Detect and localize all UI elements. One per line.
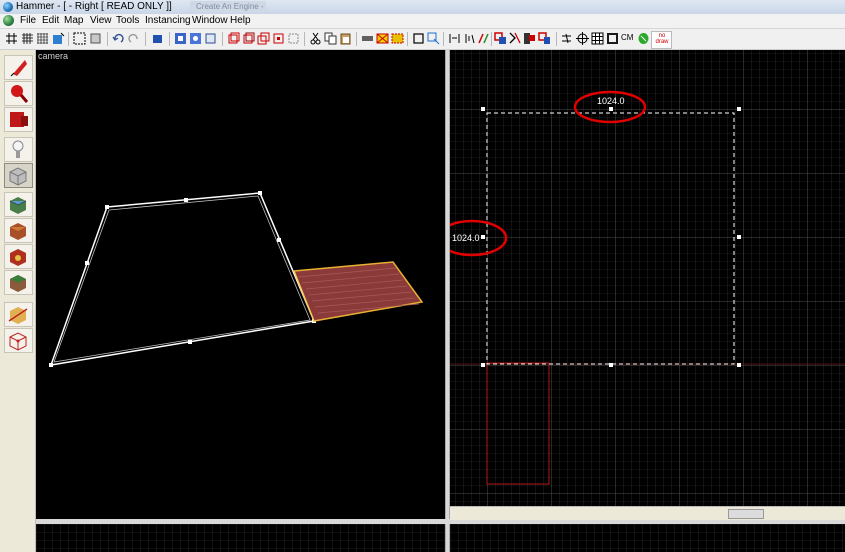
toggle-models-icon[interactable] — [272, 32, 285, 45]
title-bar: Hammer - [ - Right [ READ ONLY ]] Create… — [0, 0, 845, 22]
cubemap-icon[interactable] — [606, 32, 619, 45]
main-toolbar: CM no draw — [0, 29, 845, 50]
apply-texture-icon — [10, 223, 26, 240]
align-top-icon[interactable] — [509, 32, 522, 45]
tool-vertex-manipulation[interactable] — [4, 328, 33, 353]
overlay-icon — [10, 275, 26, 292]
cubemap-cm-button[interactable]: CM — [621, 33, 633, 42]
tie-to-world-icon[interactable] — [361, 32, 374, 45]
toggle-select-box-icon[interactable] — [412, 32, 425, 45]
snap-icon[interactable] — [560, 32, 573, 45]
toggle-helpers-icon[interactable] — [257, 32, 270, 45]
run-map-icon[interactable] — [637, 32, 650, 45]
menu-edit[interactable]: Edit — [42, 15, 59, 26]
hide-selected-icon[interactable] — [174, 32, 187, 45]
texture-lock-icon[interactable] — [227, 32, 240, 45]
selected-brush-wireframe[interactable] — [49, 192, 316, 366]
tool-clipping[interactable] — [4, 302, 33, 327]
3d-grid-icon[interactable] — [591, 32, 604, 45]
bottom-left-viewport[interactable] — [36, 524, 445, 552]
grid-smaller-icon[interactable] — [36, 32, 49, 45]
grid-background — [450, 50, 845, 506]
group-icon[interactable] — [73, 32, 86, 45]
tool-entity[interactable] — [4, 137, 33, 162]
select-by-handles-icon[interactable] — [427, 32, 440, 45]
vertex-icon — [9, 332, 27, 351]
align-icon[interactable] — [477, 32, 490, 45]
scrollbar-thumb[interactable] — [728, 509, 764, 519]
pointer-icon — [10, 60, 27, 77]
tool-block[interactable] — [4, 163, 33, 188]
camera-scene — [49, 191, 424, 367]
menu-map[interactable]: Map — [64, 15, 83, 26]
align-left-icon[interactable] — [494, 32, 507, 45]
width-dimension-label: 1024.0 — [597, 96, 625, 106]
menu-tools[interactable]: Tools — [116, 15, 139, 26]
entity-bulb-icon — [12, 140, 24, 158]
tool-magnify[interactable] — [4, 81, 33, 106]
grid-2d-scene — [450, 50, 845, 506]
menu-instancing[interactable]: Instancing — [145, 15, 191, 26]
menu-view[interactable]: View — [90, 15, 112, 26]
magnify-icon — [11, 85, 29, 103]
redo-icon[interactable] — [127, 32, 140, 45]
tool-selection[interactable] — [4, 55, 33, 80]
tie-to-entity-icon[interactable] — [376, 32, 389, 45]
app-globe-icon — [3, 2, 13, 12]
document-globe-icon[interactable] — [3, 15, 14, 26]
background-window-tab[interactable]: Create An Engine - Flamers — [190, 1, 266, 22]
window-title: Hammer - [ - Right [ READ ONLY ]] — [16, 1, 172, 12]
no-draw-button[interactable]: no draw — [651, 31, 672, 49]
bottom-right-viewport[interactable] — [450, 524, 845, 552]
camera-viewport[interactable]: camera — [36, 50, 445, 519]
grid-toggle-icon[interactable] — [52, 32, 65, 45]
show-all-icon[interactable] — [204, 32, 217, 45]
undo-icon[interactable] — [112, 32, 125, 45]
menu-file[interactable]: File — [20, 15, 36, 26]
grid-larger-icon[interactable] — [21, 32, 34, 45]
bottom-left-grid — [36, 524, 445, 552]
center-origins-icon[interactable] — [576, 32, 589, 45]
align-right-icon[interactable] — [523, 32, 536, 45]
clip-icon — [8, 307, 28, 324]
textured-brush[interactable] — [292, 261, 424, 322]
horizontal-scrollbar[interactable] — [450, 506, 845, 520]
menu-bar: File Edit Map View Tools Instancing Wind… — [0, 14, 845, 29]
tool-overlay[interactable] — [4, 270, 33, 295]
menu-window[interactable]: Window — [192, 15, 228, 26]
tool-camera[interactable] — [4, 107, 33, 132]
height-dimension-label: 1024.0 — [452, 233, 480, 243]
copy-icon[interactable] — [324, 32, 337, 45]
ungroup-icon[interactable] — [89, 32, 102, 45]
toggle-texlock-icon[interactable] — [391, 32, 404, 45]
block-icon — [9, 167, 27, 186]
tool-palette — [0, 50, 36, 552]
bottom-right-grid — [450, 524, 845, 552]
texture-cube-icon — [9, 197, 27, 214]
tool-texture-application[interactable] — [4, 192, 33, 217]
tool-apply-texture[interactable] — [4, 218, 33, 243]
flip-vertical-icon[interactable] — [463, 32, 476, 45]
hide-unselected-icon[interactable] — [189, 32, 202, 45]
camera-icon — [10, 112, 28, 127]
cut-icon[interactable] — [309, 32, 322, 45]
texture-scale-lock-icon[interactable] — [242, 32, 255, 45]
flip-horizontal-icon[interactable] — [448, 32, 461, 45]
align-bottom-icon[interactable] — [538, 32, 551, 45]
right-2d-viewport[interactable]: 1024.0 1024.0 — [450, 50, 845, 519]
grid-icon[interactable] — [5, 32, 18, 45]
paste-icon[interactable] — [339, 32, 352, 45]
toggle-groups-icon[interactable] — [287, 32, 300, 45]
menu-help[interactable]: Help — [230, 15, 251, 26]
tool-decal[interactable] — [4, 244, 33, 269]
carve-icon[interactable] — [151, 32, 164, 45]
decal-icon — [10, 249, 26, 266]
